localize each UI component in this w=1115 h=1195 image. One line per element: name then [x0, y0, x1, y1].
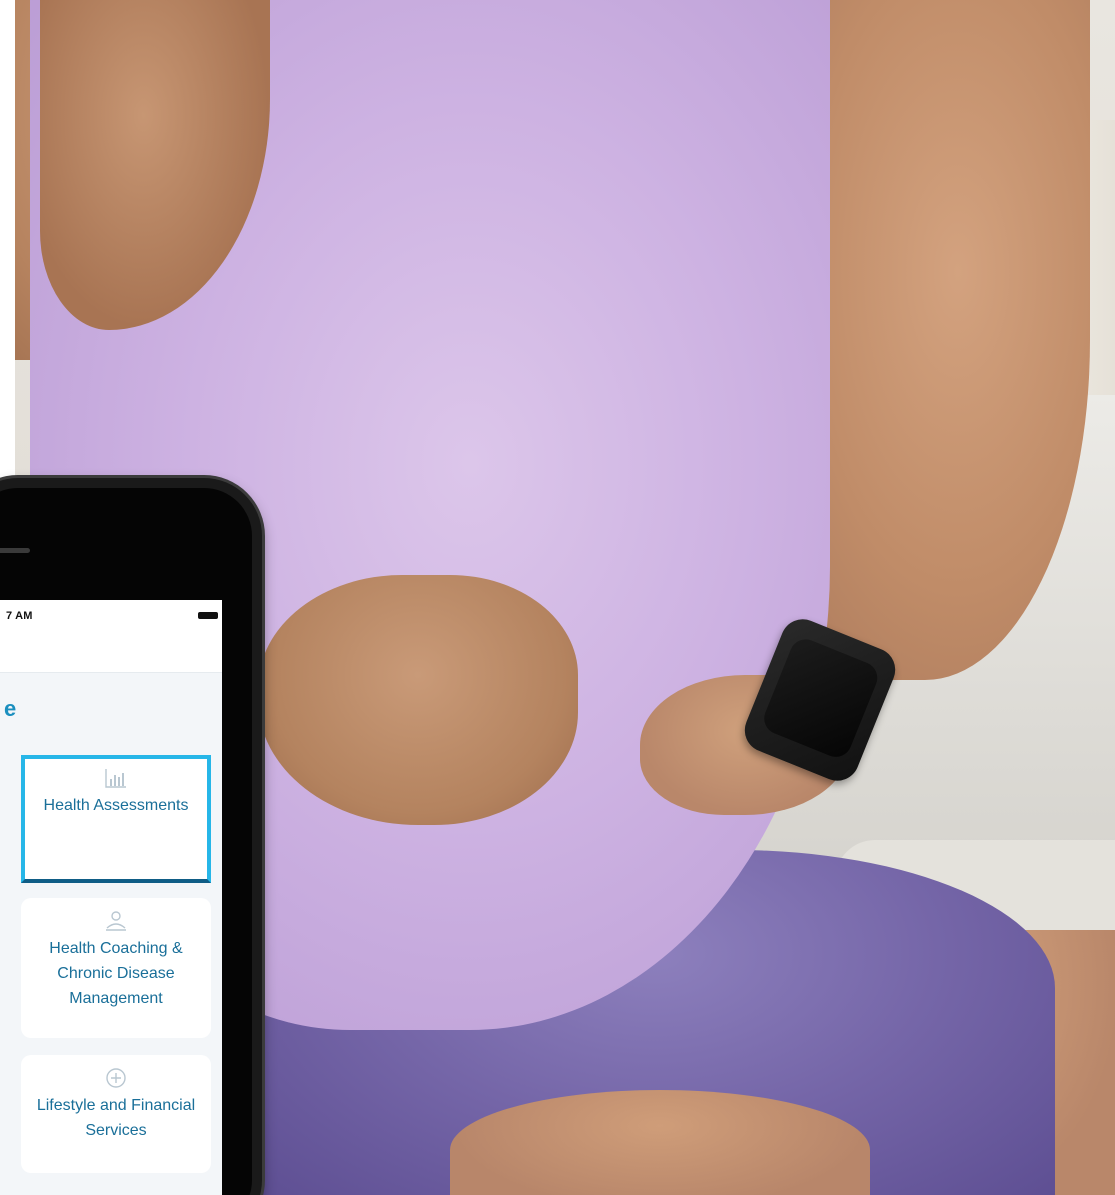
photo-hand-left	[258, 575, 578, 825]
card-label: Lifestyle and Financial Services	[36, 1097, 196, 1139]
plus-circle-icon	[106, 1068, 126, 1088]
health-assessments-card[interactable]: Health Assessments	[21, 755, 211, 883]
battery-icon	[198, 612, 218, 619]
left-margin	[0, 0, 15, 470]
health-coach-icon	[106, 911, 126, 931]
page-title: e	[4, 696, 17, 721]
scene: 7 AM e Health Assessments Health Coachin…	[0, 0, 1115, 1195]
status-time: 7 AM	[6, 610, 33, 622]
health-coaching-card[interactable]: Health Coaching & Chronic Disease Manage…	[21, 898, 211, 1038]
speaker-icon	[0, 548, 30, 553]
bar-chart-icon	[105, 769, 126, 788]
card-label: Health Coaching & Chronic Disease Manage…	[49, 940, 183, 1007]
phone-mockup: 7 AM e Health Assessments Health Coachin…	[0, 478, 262, 1195]
lifestyle-financial-card[interactable]: Lifestyle and Financial Services	[21, 1055, 211, 1173]
card-label: Health Assessments	[43, 797, 189, 814]
smartwatch-face	[759, 634, 883, 762]
phone-bezel: 7 AM e Health Assessments Health Coachin…	[0, 488, 252, 1195]
phone-screen: 7 AM e Health Assessments Health Coachin…	[0, 600, 222, 1195]
status-bar: 7 AM	[0, 600, 222, 673]
